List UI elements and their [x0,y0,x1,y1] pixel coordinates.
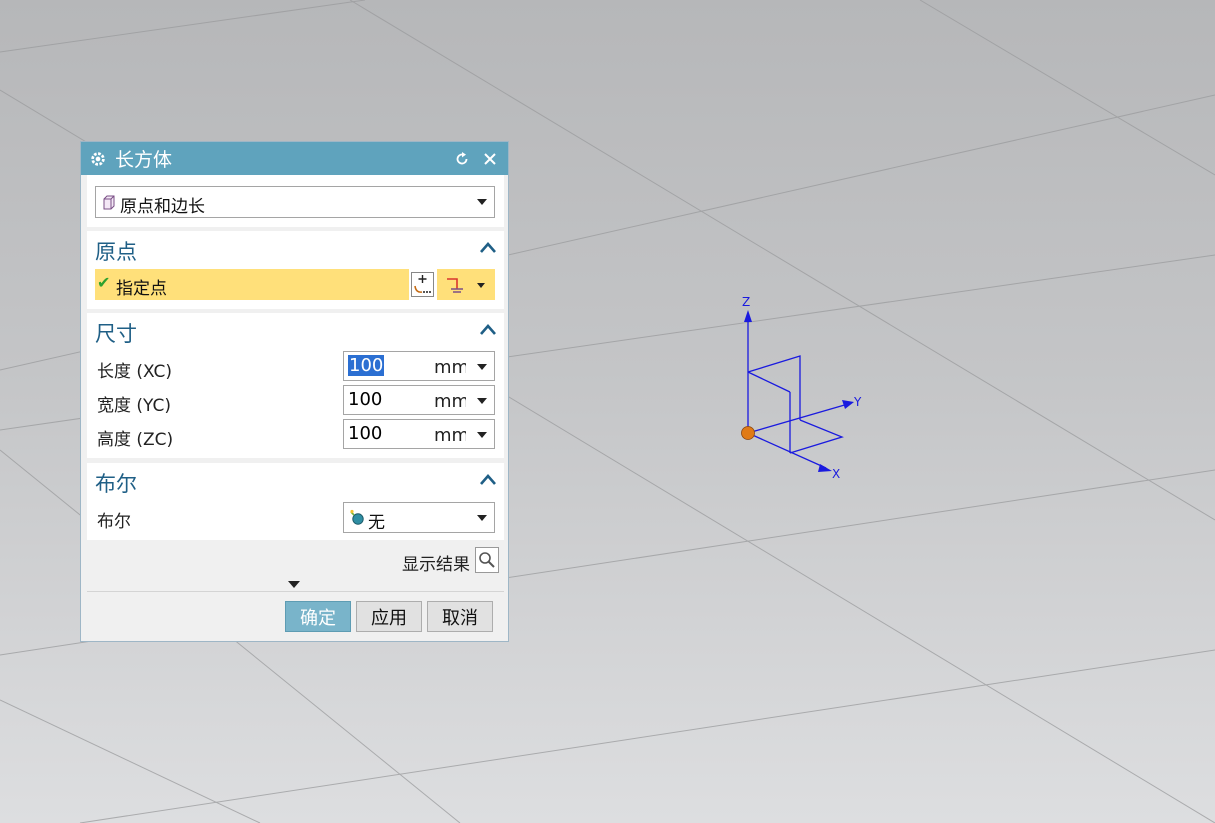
dialog-titlebar[interactable]: 长方体 [81,142,508,175]
show-result-button[interactable] [475,547,499,573]
length-label: 长度 (XC) [97,362,172,382]
width-label: 宽度 (YC) [97,396,171,416]
dimensions-panel: 尺寸 长度 (XC) 100 mm 宽度 (YC) 100 mm 高度 (ZC)… [87,313,504,458]
width-unit: mm [434,391,466,412]
chevron-down-icon [477,514,487,521]
origin-section-title: 原点 [95,240,137,264]
more-options-chevron-icon[interactable] [288,581,300,588]
collapse-origin-icon[interactable] [479,240,497,254]
dialog-title: 长方体 [115,149,173,171]
height-label: 高度 (ZC) [97,430,174,450]
type-select[interactable]: 原点和边长 [95,186,495,218]
block-type-icon [103,195,115,210]
boolean-label: 布尔 [97,512,131,532]
chevron-down-icon[interactable] [477,364,487,370]
chevron-down-icon[interactable] [477,432,487,438]
origin-panel: 原点 ✔ 指定点 [87,231,504,309]
height-value: 100 [348,423,383,444]
origin-point-marker [741,426,755,440]
boolean-panel: 布尔 布尔 无 [87,463,504,540]
magnifier-icon [479,552,495,568]
footer-divider [87,591,504,592]
length-value: 100 [348,355,385,376]
chevron-down-icon [477,283,485,288]
block-dialog: 长方体 原点和边长 原点 ✔ 指定点 尺寸 长度 (XC) 100 mm 宽度 … [80,141,509,642]
collapse-dimensions-icon[interactable] [479,322,497,336]
height-unit: mm [434,425,466,446]
type-panel: 原点和边长 [87,175,504,227]
boolean-select-value: 无 [368,513,385,533]
dimensions-section-title: 尺寸 [95,322,137,346]
chevron-down-icon [477,199,487,205]
inferred-point-selector[interactable] [437,269,495,300]
boolean-none-icon [350,509,364,525]
width-input[interactable]: 100 mm [343,385,495,415]
length-unit: mm [434,357,466,378]
gear-icon [91,151,105,166]
specify-point-row[interactable]: ✔ 指定点 [95,269,409,300]
checkmark-icon: ✔ [97,273,111,292]
ok-button[interactable]: 确定 [285,601,351,632]
show-result-label: 显示结果 [402,555,470,575]
y-axis-label: Y [853,395,862,409]
point-constructor-icon [414,275,431,293]
apply-button[interactable]: 应用 [356,601,422,632]
boolean-section-title: 布尔 [95,472,137,496]
type-select-value: 原点和边长 [120,197,205,217]
point-dialog-button[interactable] [411,272,434,297]
reset-icon[interactable] [452,149,472,169]
height-input[interactable]: 100 mm [343,419,495,449]
chevron-down-icon[interactable] [477,398,487,404]
width-value: 100 [348,389,383,410]
collapse-boolean-icon[interactable] [479,472,497,486]
z-axis-label: Z [742,295,750,309]
inferred-point-icon [447,278,463,293]
length-input[interactable]: 100 mm [343,351,495,381]
x-axis-label: X [832,467,840,481]
cancel-button[interactable]: 取消 [427,601,493,632]
close-icon[interactable] [480,149,500,169]
specify-point-label: 指定点 [116,279,167,299]
boolean-select[interactable]: 无 [343,502,495,533]
